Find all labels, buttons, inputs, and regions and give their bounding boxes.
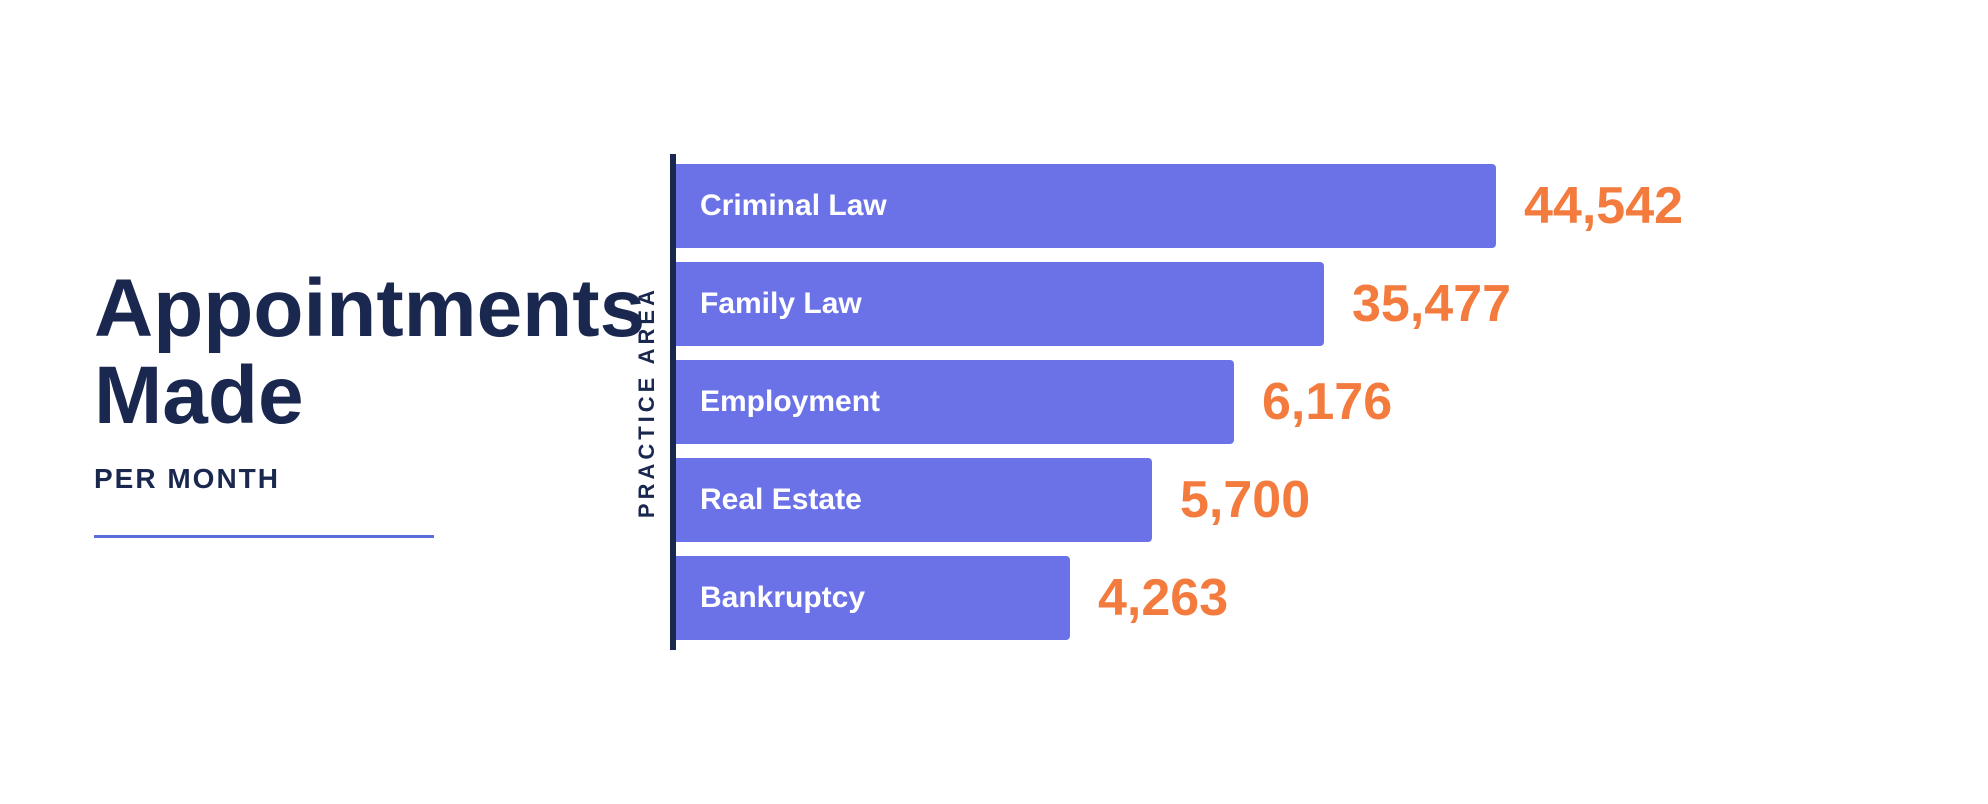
bar-wrapper: Real Estate 5,700 — [676, 458, 1310, 542]
bar-value: 4,263 — [1098, 568, 1228, 628]
bar-wrapper: Family Law 35,477 — [676, 262, 1511, 346]
bar-label: Real Estate — [700, 483, 862, 517]
bar-value: 35,477 — [1352, 274, 1511, 334]
bars-container: Criminal Law 44,542 Family Law 35,477 Em… — [676, 154, 1894, 650]
y-axis-label: PRACTICE AREA — [634, 286, 660, 518]
bar-fill: Bankruptcy — [676, 556, 1070, 640]
bar-row: Real Estate 5,700 — [676, 458, 1894, 542]
bar-row: Family Law 35,477 — [676, 262, 1894, 346]
bar-row: Bankruptcy 4,263 — [676, 556, 1894, 640]
chart-area: PRACTICE AREA Criminal Law 44,542 Family… — [634, 154, 1894, 650]
bar-fill: Criminal Law — [676, 164, 1496, 248]
main-container: Appointments Made PER MONTH PRACTICE ARE… — [94, 154, 1894, 650]
bar-label: Family Law — [700, 287, 862, 321]
title-divider — [94, 535, 434, 538]
bar-fill: Family Law — [676, 262, 1324, 346]
bar-label: Criminal Law — [700, 189, 887, 223]
chart-subtitle: PER MONTH — [94, 463, 574, 495]
left-panel: Appointments Made PER MONTH — [94, 266, 574, 537]
bar-wrapper: Criminal Law 44,542 — [676, 164, 1683, 248]
bar-value: 6,176 — [1262, 372, 1392, 432]
bar-row: Employment 6,176 — [676, 360, 1894, 444]
bar-fill: Real Estate — [676, 458, 1152, 542]
bar-wrapper: Bankruptcy 4,263 — [676, 556, 1228, 640]
bar-label: Bankruptcy — [700, 581, 865, 615]
bar-fill: Employment — [676, 360, 1234, 444]
bar-row: Criminal Law 44,542 — [676, 164, 1894, 248]
chart-title: Appointments Made — [94, 266, 574, 438]
bar-wrapper: Employment 6,176 — [676, 360, 1392, 444]
bar-label: Employment — [700, 385, 880, 419]
bar-value: 44,542 — [1524, 176, 1683, 236]
bar-value: 5,700 — [1180, 470, 1310, 530]
